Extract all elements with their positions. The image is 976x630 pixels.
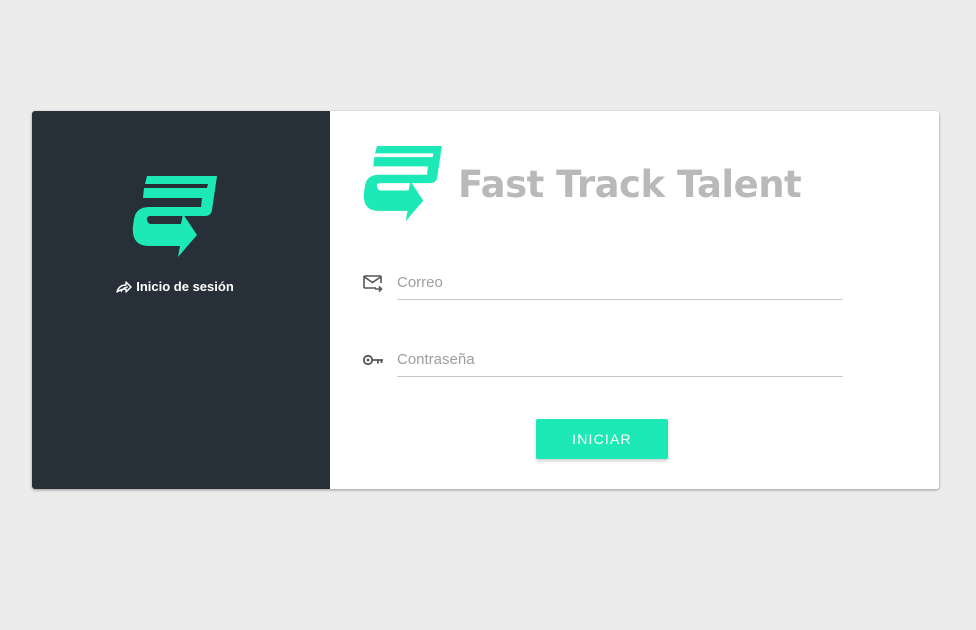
sidebar-title: Inicio de sesión [32,279,318,294]
password-input[interactable] [397,342,843,377]
login-card: Inicio de sesión Fast Track Talent Corre… [32,111,939,489]
login-button[interactable]: INICIAR [536,419,668,459]
login-main: Fast Track Talent INICIAR [330,111,939,489]
login-sidebar: Inicio de sesión [32,111,330,489]
fast-track-logo-icon [363,146,442,222]
key-icon [362,354,383,366]
brand-name: Fast Track Talent [458,162,802,206]
login-arrow-icon [116,280,132,293]
password-field-group [362,342,844,378]
email-input[interactable] [397,265,843,300]
brand-header: Fast Track Talent [361,146,802,222]
fast-track-logo-icon [132,176,217,257]
sidebar-title-label: Inicio de sesión [136,279,234,294]
email-forward-icon [363,275,383,293]
email-field-group [362,265,844,301]
